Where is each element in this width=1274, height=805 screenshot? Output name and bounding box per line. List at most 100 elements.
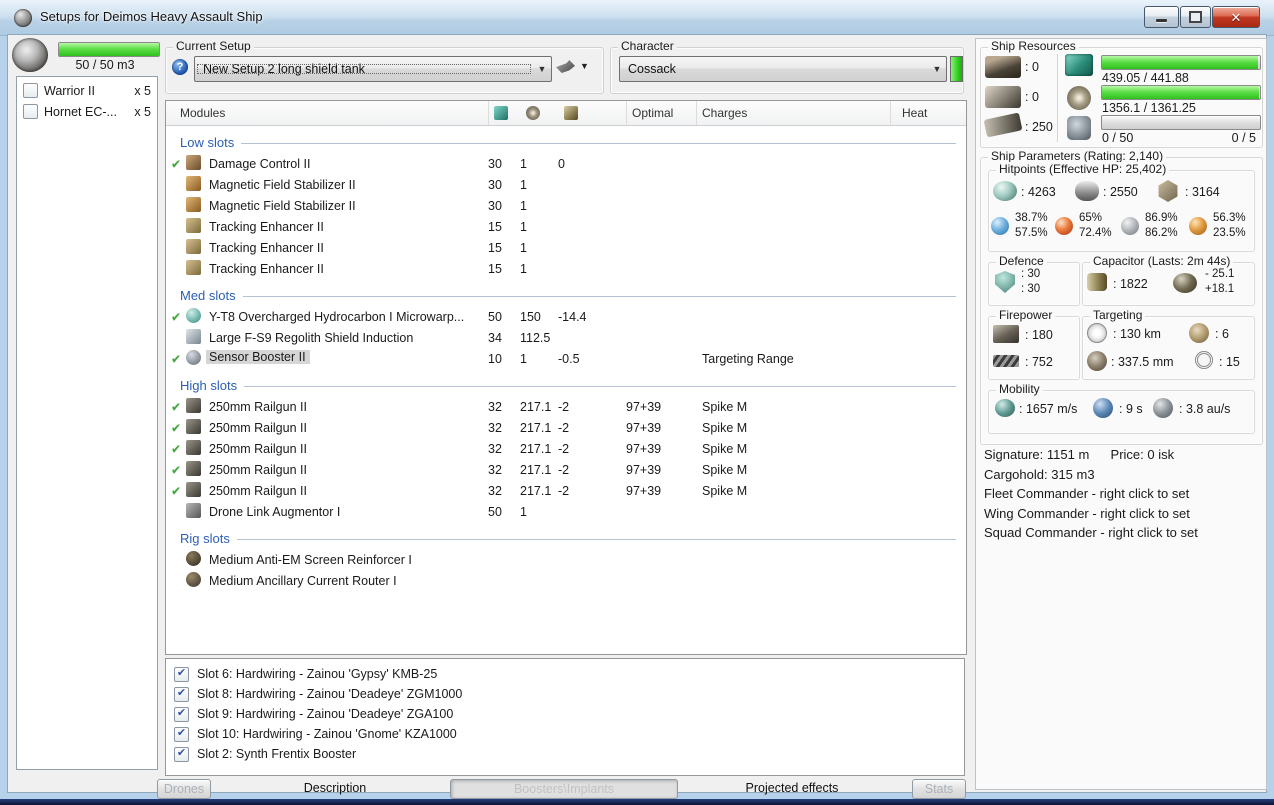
tab-description[interactable]: Description: [295, 779, 375, 797]
module-row[interactable]: ✔ Medium Ancillary Current Router I: [166, 570, 966, 591]
tab-stats[interactable]: Stats: [912, 779, 966, 799]
title-bar: Setups for Deimos Heavy Assault Ship ✕: [0, 0, 1274, 36]
minimize-button[interactable]: [1144, 6, 1179, 28]
kinetic-resist-icon: [1121, 217, 1139, 235]
implant-checkbox[interactable]: ✔: [174, 686, 189, 702]
module-row[interactable]: ✔ 250mm Railgun II 32 217.1 -2 97+39 Spi…: [166, 417, 966, 438]
module-cpu: 30: [488, 156, 502, 171]
module-name: Medium Ancillary Current Router I: [209, 573, 397, 588]
module-row[interactable]: ✔ Large F-S9 Regolith Shield Induction 3…: [166, 327, 966, 348]
module-row[interactable]: ✔ Tracking Enhancer II 15 1: [166, 237, 966, 258]
module-name: Tracking Enhancer II: [209, 240, 324, 255]
help-button[interactable]: ?: [172, 59, 188, 75]
tab-boosters-implants[interactable]: Boosters\Implants: [450, 779, 678, 799]
section-rule: [242, 295, 956, 297]
character-group: Character Cossack ▼: [610, 39, 964, 94]
section-header-high-slots: High slots: [166, 374, 966, 396]
cpu-bar: [1101, 55, 1261, 70]
module-powergrid: 1: [520, 198, 527, 213]
ship-menu-icon[interactable]: [556, 60, 575, 73]
implant-checkbox[interactable]: ✔: [174, 746, 189, 762]
module-row[interactable]: ✔ Drone Link Augmentor I 50 1: [166, 501, 966, 522]
em-resist-icon: [991, 217, 1009, 235]
maximize-button[interactable]: [1180, 6, 1211, 28]
tab-drones[interactable]: Drones: [157, 779, 211, 799]
module-row[interactable]: ✔ Tracking Enhancer II 15 1: [166, 258, 966, 279]
implant-checkbox[interactable]: ✔: [174, 726, 189, 742]
drone-list-item[interactable]: Warrior II x 5: [17, 80, 157, 101]
implant-row: ✔ Slot 9: Hardwiring - Zainou 'Deadeye' Z…: [166, 704, 964, 724]
fleet-commander-line[interactable]: Fleet Commander - right click to set: [984, 484, 1198, 504]
volley-icon: [993, 355, 1019, 367]
module-powergrid: 217.1: [520, 483, 552, 498]
character-skills-ok-indicator: [950, 56, 963, 82]
ship-resources-label: Ship Resources: [988, 39, 1079, 53]
firepower-group: Firepower : 180 : 752: [988, 308, 1080, 380]
module-name: Drone Link Augmentor I: [209, 504, 341, 519]
align-time-value: : 9 s: [1119, 402, 1143, 416]
targeting-range-icon: [1087, 323, 1107, 343]
chevron-down-icon: ▼: [537, 64, 547, 74]
tab-projected-effects[interactable]: Projected effects: [738, 779, 846, 797]
drone-bay-capacity-fill: [59, 43, 159, 56]
ship-menu-caret-icon[interactable]: ▼: [580, 61, 589, 71]
module-row[interactable]: ✔ Damage Control II 30 1 0: [166, 153, 966, 174]
wing-commander-line[interactable]: Wing Commander - right click to set: [984, 504, 1198, 524]
sensor-booster-icon: [186, 349, 201, 365]
targeting-range-value: : 130 km: [1113, 327, 1161, 341]
module-powergrid: 1: [520, 219, 527, 234]
module-row[interactable]: ✔ Y-T8 Overcharged Hydrocarbon I Microwa…: [166, 306, 966, 327]
character-combobox[interactable]: Cossack ▼: [619, 56, 947, 82]
fitted-check-icon: ✔: [171, 420, 182, 435]
module-row[interactable]: ✔ Sensor Booster II 10 1 -0.5 Targeting …: [166, 348, 966, 369]
section-rule: [244, 385, 956, 387]
drone-list-item[interactable]: Hornet EC-... x 5: [17, 101, 157, 122]
character-label: Character: [618, 39, 677, 53]
module-row[interactable]: ✔ Magnetic Field Stabilizer II 30 1: [166, 195, 966, 216]
module-row[interactable]: ✔ 250mm Railgun II 32 217.1 -2 97+39 Spi…: [166, 480, 966, 501]
max-targets-icon: [1189, 323, 1209, 343]
sensor-strength-value: : 15: [1219, 355, 1240, 369]
capacitor-group: Capacitor (Lasts: 2m 44s) : 1822 - 25.1 +…: [1082, 254, 1255, 306]
implant-checkbox[interactable]: ✔: [174, 706, 189, 722]
drone-checkbox[interactable]: [23, 104, 38, 119]
module-cpu: 32: [488, 483, 502, 498]
module-row[interactable]: ✔ 250mm Railgun II 32 217.1 -2 97+39 Spi…: [166, 459, 966, 480]
module-name: Large F-S9 Regolith Shield Induction: [209, 330, 414, 345]
implant-label: Slot 9: Hardwiring - Zainou 'Deadeye' ZG…: [197, 707, 454, 721]
module-row[interactable]: ✔ 250mm Railgun II 32 217.1 -2 97+39 Spi…: [166, 438, 966, 459]
squad-commander-line[interactable]: Squad Commander - right click to set: [984, 523, 1198, 543]
rig-slots-rows: ✔ Medium Anti-EM Screen Reinforcer I ✔ M…: [166, 549, 966, 591]
charges-column-header: Charges: [696, 101, 890, 125]
drone-checkbox[interactable]: [23, 83, 38, 98]
module-cpu: 15: [488, 261, 502, 276]
module-row[interactable]: ✔ 250mm Railgun II 32 217.1 -2 97+39 Spi…: [166, 396, 966, 417]
module-row[interactable]: ✔ Magnetic Field Stabilizer II 30 1: [166, 174, 966, 195]
defence-label: Defence: [996, 254, 1047, 268]
scan-resolution-icon: [1087, 351, 1107, 371]
close-button[interactable]: ✕: [1212, 6, 1260, 28]
drone-name: Warrior II: [44, 83, 95, 98]
module-powergrid: 1: [520, 261, 527, 276]
cpu-column-icon: [488, 101, 520, 125]
module-cpu: 50: [488, 309, 502, 324]
setup-combobox[interactable]: New Setup 2 long shield tank ▼: [194, 56, 552, 82]
max-targets-value: : 6: [1215, 327, 1229, 341]
launcher-hardpoints-value: : 0: [1025, 90, 1039, 104]
module-cpu: 30: [488, 198, 502, 213]
calibration-value: : 250: [1025, 120, 1053, 134]
implant-checkbox[interactable]: ✔: [174, 666, 189, 682]
implant-row: ✔ Slot 8: Hardwiring - Zainou 'Deadeye' Z…: [166, 684, 964, 704]
implant-label: Slot 10: Hardwiring - Zainou 'Gnome' KZA…: [197, 727, 457, 741]
tracking-enhancer-icon: [186, 259, 201, 275]
drone-bar: [1101, 115, 1261, 130]
eft-window: Setups for Deimos Heavy Assault Ship ✕ 5…: [0, 0, 1274, 805]
drone-list: Warrior II x 5 Hornet EC-... x 5: [16, 76, 158, 770]
module-name: Magnetic Field Stabilizer II: [209, 198, 356, 213]
module-row[interactable]: ✔ Medium Anti-EM Screen Reinforcer I: [166, 549, 966, 570]
resources-divider: [1057, 54, 1058, 142]
heat-column-header: Heat: [890, 101, 966, 125]
current-setup-group: Current Setup ? New Setup 2 long shield …: [165, 39, 604, 94]
module-row[interactable]: ✔ Tracking Enhancer II 15 1: [166, 216, 966, 237]
signature-price-line: Signature: 1151 m Price: 0 isk: [984, 445, 1198, 465]
